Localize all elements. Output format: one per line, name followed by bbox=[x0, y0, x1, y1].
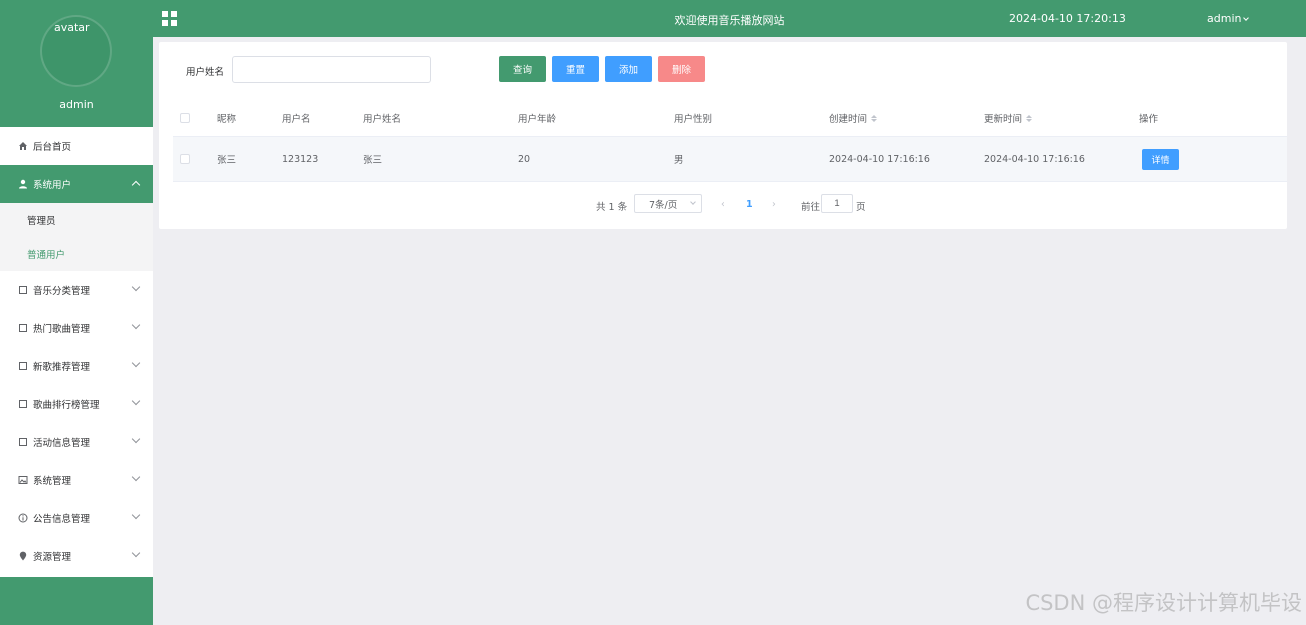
sidebar-item-label: 后台首页 bbox=[33, 142, 72, 153]
user-icon bbox=[17, 179, 28, 190]
sidebar: avatar admin 后台首页 系统用户 管理员 普通用户 音乐分类管理 热… bbox=[0, 0, 153, 625]
picture-icon bbox=[17, 475, 28, 486]
cell-gender: 男 bbox=[674, 155, 684, 166]
chevron-down-icon bbox=[131, 282, 141, 292]
column-header-realname: 用户姓名 bbox=[363, 114, 402, 125]
table-header: 昵称 用户名 用户姓名 用户年龄 用户性别 创建时间 更新时间 操作 bbox=[173, 100, 1287, 137]
query-button[interactable]: 查询 bbox=[499, 56, 546, 82]
cell-nickname: 张三 bbox=[217, 155, 237, 166]
sidebar-item-system-users[interactable]: 系统用户 bbox=[0, 165, 153, 203]
column-header-actions: 操作 bbox=[1139, 114, 1159, 125]
avatar[interactable]: avatar bbox=[40, 15, 112, 87]
sidebar-item-new-songs[interactable]: 新歌推荐管理 bbox=[0, 347, 153, 385]
document-icon bbox=[17, 437, 28, 448]
top-header: 欢迎使用音乐播放网站 2024-04-10 17:20:13 admin bbox=[153, 0, 1306, 37]
sidebar-item-label: 系统管理 bbox=[33, 476, 72, 487]
document-icon bbox=[17, 399, 28, 410]
document-icon bbox=[17, 323, 28, 334]
submenu-item-normal-user[interactable]: 普通用户 bbox=[0, 237, 153, 271]
chevron-down-icon bbox=[131, 434, 141, 444]
column-header-username: 用户名 bbox=[282, 114, 311, 125]
sidebar-item-announcements[interactable]: 公告信息管理 bbox=[0, 499, 153, 537]
user-menu-label: admin bbox=[1207, 12, 1242, 25]
sidebar-item-label: 歌曲排行榜管理 bbox=[33, 400, 100, 411]
sidebar-item-label: 资源管理 bbox=[33, 552, 72, 563]
chevron-down-icon bbox=[131, 548, 141, 558]
site-title: 欢迎使用音乐播放网站 bbox=[674, 14, 785, 27]
select-all-checkbox[interactable] bbox=[180, 113, 190, 123]
page-unit-label: 页 bbox=[856, 202, 866, 213]
page-size-value: 7条/页 bbox=[649, 199, 678, 211]
sidebar-profile: avatar admin bbox=[0, 0, 153, 127]
chevron-down-icon bbox=[131, 396, 141, 406]
watermark: CSDN @程序设计计算机毕设 bbox=[1025, 591, 1302, 615]
chevron-down-icon bbox=[690, 199, 696, 205]
goto-page-input[interactable] bbox=[821, 194, 853, 213]
sort-icon[interactable] bbox=[1026, 114, 1033, 122]
pagination: 共 1 条 7条/页 ‹ 1 › 前往 页 bbox=[159, 194, 1287, 214]
detail-button[interactable]: 详情 bbox=[1142, 148, 1179, 170]
cell-username: 123123 bbox=[282, 153, 319, 165]
avatar-alt-text: avatar bbox=[54, 21, 90, 34]
sidebar-item-label: 公告信息管理 bbox=[33, 514, 91, 525]
sidebar-item-label: 新歌推荐管理 bbox=[33, 362, 91, 373]
sidebar-item-resources[interactable]: 资源管理 bbox=[0, 537, 153, 575]
info-icon bbox=[17, 513, 28, 524]
chevron-down-icon bbox=[131, 358, 141, 368]
chevron-down-icon bbox=[131, 320, 141, 330]
column-header-created[interactable]: 创建时间 bbox=[829, 100, 878, 136]
add-button[interactable]: 添加 bbox=[605, 56, 652, 82]
search-input[interactable] bbox=[232, 56, 431, 83]
submenu-item-admin[interactable]: 管理员 bbox=[0, 203, 153, 237]
chevron-down-icon bbox=[131, 472, 141, 482]
user-menu[interactable]: admin bbox=[1207, 12, 1250, 25]
home-icon bbox=[17, 141, 28, 152]
column-header-label: 更新时间 bbox=[984, 114, 1023, 125]
cell-updated: 2024-04-10 17:16:16 bbox=[984, 153, 1085, 165]
cell-age: 20 bbox=[518, 153, 531, 165]
column-header-label: 创建时间 bbox=[829, 114, 868, 125]
document-icon bbox=[17, 285, 28, 296]
prev-page-button[interactable]: ‹ bbox=[721, 199, 725, 210]
table-row: 张三 123123 张三 20 男 2024-04-10 17:16:16 20… bbox=[173, 137, 1287, 182]
chevron-down-icon bbox=[1243, 15, 1250, 21]
sidebar-username: admin bbox=[59, 98, 94, 111]
goto-label: 前往 bbox=[801, 202, 821, 213]
reset-button[interactable]: 重置 bbox=[552, 56, 599, 82]
sidebar-item-system[interactable]: 系统管理 bbox=[0, 461, 153, 499]
sidebar-item-hot-songs[interactable]: 热门歌曲管理 bbox=[0, 309, 153, 347]
sidebar-item-rankings[interactable]: 歌曲排行榜管理 bbox=[0, 385, 153, 423]
column-header-gender: 用户性别 bbox=[674, 114, 713, 125]
location-icon bbox=[17, 551, 28, 562]
column-header-nickname: 昵称 bbox=[217, 114, 237, 125]
sidebar-item-music-category[interactable]: 音乐分类管理 bbox=[0, 271, 153, 309]
sidebar-item-home[interactable]: 后台首页 bbox=[0, 127, 153, 165]
main-panel: 用户姓名 查询 重置 添加 删除 昵称 用户名 用户姓名 用户年龄 用户性别 创… bbox=[159, 42, 1287, 229]
cell-created: 2024-04-10 17:16:16 bbox=[829, 153, 930, 165]
sidebar-item-label: 活动信息管理 bbox=[33, 438, 91, 449]
current-time: 2024-04-10 17:20:13 bbox=[1009, 12, 1126, 25]
pagination-total: 共 1 条 bbox=[596, 202, 628, 213]
cell-realname: 张三 bbox=[363, 155, 383, 166]
chevron-up-icon bbox=[131, 180, 141, 190]
delete-button[interactable]: 删除 bbox=[658, 56, 705, 82]
document-icon bbox=[17, 361, 28, 372]
sidebar-footer bbox=[0, 577, 153, 625]
row-checkbox[interactable] bbox=[180, 154, 190, 164]
sidebar-item-label: 音乐分类管理 bbox=[33, 286, 91, 297]
sidebar-item-label: 系统用户 bbox=[33, 180, 72, 191]
sidebar-submenu: 管理员 普通用户 bbox=[0, 203, 153, 271]
page-size-select[interactable]: 7条/页 bbox=[634, 194, 702, 213]
sidebar-item-label: 热门歌曲管理 bbox=[33, 324, 91, 335]
search-label: 用户姓名 bbox=[186, 67, 225, 78]
column-header-age: 用户年龄 bbox=[518, 114, 557, 125]
user-table: 昵称 用户名 用户姓名 用户年龄 用户性别 创建时间 更新时间 操作 张三 12… bbox=[173, 100, 1287, 182]
chevron-down-icon bbox=[131, 510, 141, 520]
column-header-updated[interactable]: 更新时间 bbox=[984, 100, 1033, 136]
sort-icon[interactable] bbox=[871, 114, 878, 122]
next-page-button[interactable]: › bbox=[772, 199, 776, 210]
sidebar-item-activities[interactable]: 活动信息管理 bbox=[0, 423, 153, 461]
page-number-current[interactable]: 1 bbox=[746, 199, 753, 210]
